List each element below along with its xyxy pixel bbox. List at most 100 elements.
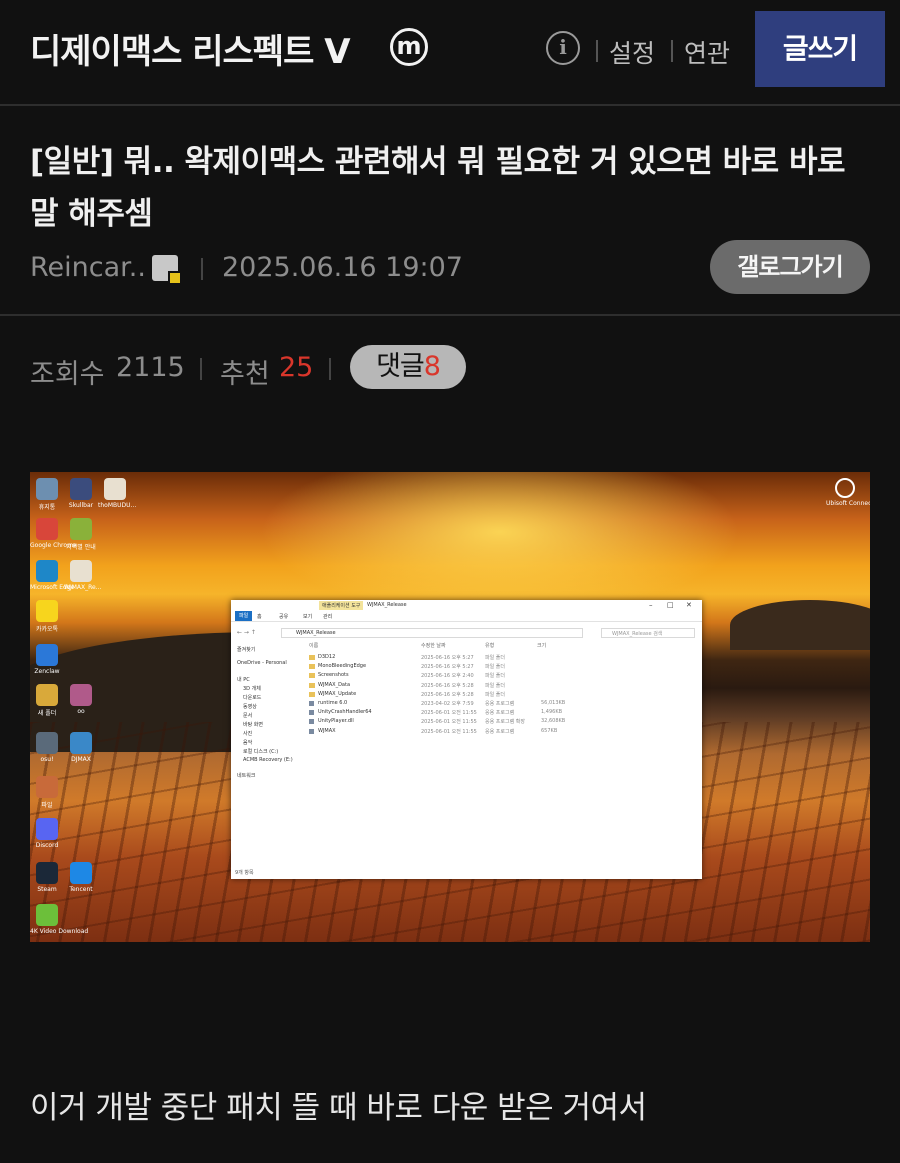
desktop-app-icon[interactable] <box>36 818 58 840</box>
divider <box>200 358 202 380</box>
desktop-app-icon[interactable] <box>36 478 58 500</box>
file-row[interactable]: WJMAX_Data 2025-06-16 오후 5:28 파일 폴더 <box>309 682 609 690</box>
folder-icon <box>309 673 315 679</box>
post-image[interactable]: 휴지통 Skullbar thoMBUDU... Google Chrome 지역별 안… <box>30 472 870 942</box>
window-titlebar: 애플리케이션 도구 WJMAX_Release – □ ✕ <box>231 600 702 610</box>
file-type: 응용 프로그램 <box>485 701 515 707</box>
desktop-app-icon[interactable] <box>70 478 92 500</box>
address-text: WJMAX_Release <box>296 630 336 636</box>
nav-item[interactable]: 내 PC <box>237 676 250 683</box>
desktop-app-icon[interactable] <box>36 518 58 540</box>
nav-item[interactable]: 로컬 디스크 (C:) <box>243 748 278 755</box>
ribbon-tab[interactable]: 보기 <box>303 613 312 620</box>
file-size: 32,608KB <box>541 718 566 725</box>
search-input[interactable]: WJMAX_Release 검색 <box>601 628 695 638</box>
column-header[interactable]: 크기 <box>537 642 546 649</box>
minor-gallery-icon: m <box>390 28 428 66</box>
nav-item[interactable]: 바탕 화면 <box>243 721 263 728</box>
desktop-app-icon[interactable] <box>70 862 92 884</box>
related-link[interactable]: 연관 <box>684 34 730 70</box>
search-placeholder: WJMAX_Release 검색 <box>612 631 663 637</box>
divider <box>671 40 673 62</box>
desktop-app-icon[interactable] <box>36 644 58 666</box>
file-row[interactable]: UnityCrashHandler64 2025-06-01 오전 11:55 응용… <box>309 709 609 717</box>
settings-link[interactable]: 설정 <box>609 34 655 70</box>
gallog-button[interactable]: 갤로그가기 <box>710 240 870 294</box>
desktop-icon-label: DJMAX <box>71 756 91 763</box>
ribbon-tab[interactable]: 관리 <box>323 613 332 620</box>
column-header[interactable]: 수정한 날짜 <box>421 642 446 649</box>
context-tab[interactable]: 애플리케이션 도구 <box>319 601 364 610</box>
file-row[interactable]: Screenshots 2025-06-16 오후 2:40 파일 폴더 <box>309 672 609 680</box>
desktop-app-icon[interactable] <box>70 732 92 754</box>
desktop-app-icon[interactable] <box>36 600 58 622</box>
desktop-app-icon[interactable] <box>36 904 58 926</box>
divider <box>329 358 331 380</box>
desktop-app-icon[interactable] <box>36 862 58 884</box>
file-type: 파일 폴더 <box>485 691 505 698</box>
close-icon[interactable]: ✕ <box>686 601 692 609</box>
recommend-count: 25 <box>279 352 314 383</box>
desktop-app-icon[interactable] <box>36 684 58 706</box>
nav-item[interactable]: 다운로드 <box>243 694 261 701</box>
desktop-icon-label: oo <box>77 708 85 715</box>
file-type: 파일 폴더 <box>485 682 505 689</box>
column-header[interactable]: 유형 <box>485 642 494 649</box>
ribbon-tabs: 파일 홈 공유 보기 관리 <box>231 611 702 622</box>
gallery-title[interactable]: 디제이맥스 리스펙트 V <box>30 24 351 73</box>
desktop-app-icon[interactable] <box>36 776 58 798</box>
nav-item[interactable]: 문서 <box>243 712 252 719</box>
minimize-icon[interactable]: – <box>649 601 653 609</box>
file-name: runtime 6.0 <box>318 700 348 706</box>
file-date: 2025-06-16 오후 2:40 <box>421 673 474 680</box>
desktop-app-icon[interactable] <box>70 684 92 706</box>
nav-item[interactable]: 3D 개체 <box>243 685 261 692</box>
nav-item[interactable]: OneDrive - Personal <box>237 660 287 666</box>
nav-item[interactable]: 사진 <box>243 730 252 737</box>
desktop-icon-label: Skullbar <box>68 502 94 509</box>
divider <box>0 104 900 106</box>
desktop-icon-label: thoMBUDU... <box>98 502 137 509</box>
file-row[interactable]: UnityPlayer.dll 2025-06-01 오전 11:55 응용 프로그… <box>309 718 609 726</box>
column-header[interactable]: 이름 <box>309 642 318 649</box>
file-row[interactable]: MonoBleedingEdge 2025-06-16 오후 5:27 파일 폴더 <box>309 663 609 671</box>
post-author[interactable]: Reincar.. <box>30 252 146 283</box>
recommend-label: 추천 <box>220 359 270 390</box>
comments-count: 8 <box>423 351 441 382</box>
folder-icon <box>309 691 315 697</box>
folder-icon <box>309 682 315 688</box>
comments-button[interactable]: 댓글8 <box>350 345 466 389</box>
desktop-app-icon[interactable] <box>104 478 126 500</box>
file-type: 파일 폴더 <box>485 673 505 680</box>
desktop-icon-label: 카카오톡 <box>35 626 59 633</box>
ribbon-tab[interactable]: 홈 <box>257 613 262 620</box>
nav-item[interactable]: 네트워크 <box>237 772 255 779</box>
ribbon-tab[interactable]: 공유 <box>279 613 288 620</box>
write-button[interactable]: 글쓰기 <box>755 11 885 87</box>
desktop-app-icon[interactable] <box>70 560 92 582</box>
post-datetime: 2025.06.16 19:07 <box>222 252 463 283</box>
file-name: D3D12 <box>318 654 336 660</box>
file-icon <box>309 728 314 734</box>
folder-icon <box>309 664 315 670</box>
nav-item[interactable]: 음악 <box>243 739 252 746</box>
address-bar[interactable]: WJMAX_Release <box>281 628 583 638</box>
file-row[interactable]: runtime 6.0 2023-04-02 오후 7:59 응용 프로그램 56,0… <box>309 700 609 708</box>
nav-arrows-icon[interactable]: ← → ↑ <box>237 629 256 636</box>
nav-item[interactable]: 즐겨찾기 <box>237 646 255 653</box>
file-row[interactable]: WJMAX 2025-06-01 오전 11:55 응용 프로그램 657KB <box>309 728 609 736</box>
ribbon-tab[interactable]: 파일 <box>235 611 253 621</box>
desktop-app-icon[interactable] <box>36 560 58 582</box>
file-row[interactable]: D3D12 2025-06-16 오후 5:27 파일 폴더 <box>309 654 609 662</box>
nav-item[interactable]: 동영상 <box>243 703 257 710</box>
maximize-icon[interactable]: □ <box>667 601 674 609</box>
info-icon[interactable]: i <box>546 31 580 65</box>
desktop-app-icon[interactable] <box>36 732 58 754</box>
file-row[interactable]: WJMAX_Update 2025-06-16 오후 5:28 파일 폴더 <box>309 691 609 699</box>
file-date: 2025-06-16 오후 5:27 <box>421 664 474 671</box>
file-name: UnityCrashHandler64 <box>318 709 372 716</box>
desktop-icon-label: 4K Video Download <box>30 928 89 935</box>
nav-item[interactable]: ACMB Recovery (E:) <box>243 757 293 763</box>
desktop-icon-label: 지역별 안내 <box>66 544 96 551</box>
desktop-app-icon[interactable] <box>70 518 92 540</box>
